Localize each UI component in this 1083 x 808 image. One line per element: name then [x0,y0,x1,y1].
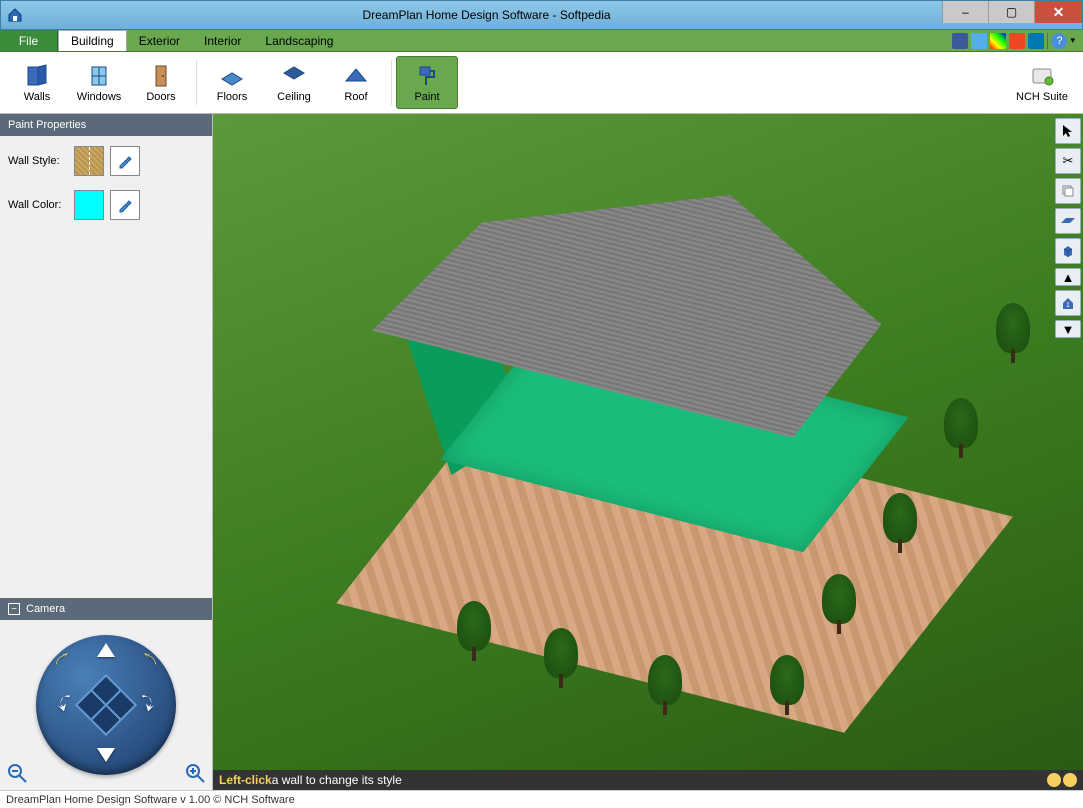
wall-style-eyedropper[interactable] [110,146,140,176]
tab-building[interactable]: Building [58,30,127,51]
tab-exterior[interactable]: Exterior [127,30,192,51]
windows-button[interactable]: Windows [68,56,130,109]
floor-down-button[interactable]: ▼ [1055,320,1081,338]
hint-text: a wall to change its style [272,773,402,787]
camera-rotate-right-button[interactable] [138,694,154,717]
close-button[interactable]: ✕ [1034,1,1082,23]
zoom-in-button[interactable] [184,762,206,784]
view-toolbar: ✂ ▲ 1 ▼ [1053,114,1083,342]
tab-interior[interactable]: Interior [192,30,253,51]
tab-landscaping[interactable]: Landscaping [253,30,345,51]
zoom-out-button[interactable] [6,762,28,784]
separator [1047,33,1048,49]
wall-icon [24,63,50,89]
twitter-icon[interactable] [971,33,987,49]
wall-color-swatch[interactable] [74,190,104,220]
eyedropper-icon [117,153,133,169]
google-icon[interactable] [990,33,1006,49]
ribbon: Walls Windows Doors Floors Ceiling Roof … [0,52,1083,114]
hint-bar: Left-click a wall to change its style [213,770,1083,790]
window-title: DreamPlan Home Design Software - Softped… [31,8,942,22]
side-panel: Paint Properties Wall Style: Wall Color:… [0,114,213,790]
suite-icon [1029,63,1055,89]
home-icon [7,7,23,23]
properties-header: Paint Properties [0,114,212,136]
hint-highlight: Left-click [219,773,272,787]
social-bar: ? ▾ [952,30,1083,51]
camera-collapse-button[interactable]: − [8,603,20,615]
help-dropdown-icon[interactable]: ▾ [1070,35,1075,46]
surface-tool[interactable] [1055,208,1081,234]
window-icon [86,63,112,89]
camera-title: Camera [26,603,65,615]
cube-tool[interactable] [1055,238,1081,264]
stumble-icon[interactable] [1009,33,1025,49]
status-text: DreamPlan Home Design Software v 1.00 © … [6,794,295,806]
scissors-tool[interactable]: ✂ [1055,148,1081,174]
titlebar: DreamPlan Home Design Software - Softped… [0,0,1083,30]
wall-style-label: Wall Style: [8,155,68,167]
roof-button[interactable]: Roof [325,56,387,109]
eyedropper-icon [117,197,133,213]
camera-controls [0,620,212,790]
camera-tilt-up-left-button[interactable] [54,653,68,672]
ceiling-icon [281,63,307,89]
minimize-button[interactable]: – [942,1,988,23]
door-icon [148,63,174,89]
camera-rotate-left-button[interactable] [58,694,74,717]
nch-suite-button[interactable]: NCH Suite [1007,56,1077,109]
camera-down-button[interactable] [97,748,115,767]
viewport-3d[interactable]: ✂ ▲ 1 ▼ Left-click a wall to change its … [213,114,1083,790]
camera-tilt-up-right-button[interactable] [144,653,158,672]
camera-header: − Camera [0,598,212,620]
help-icon[interactable]: ? [1051,33,1067,49]
wall-style-swatch[interactable] [74,146,104,176]
properties-title: Paint Properties [8,119,86,131]
maximize-button[interactable]: ▢ [988,1,1034,23]
svg-text:1: 1 [1066,302,1070,309]
floor-up-button[interactable]: ▲ [1055,268,1081,286]
wall-color-label: Wall Color: [8,199,68,211]
hint-remove-button[interactable] [1063,773,1077,787]
hint-add-button[interactable] [1047,773,1061,787]
floors-button[interactable]: Floors [201,56,263,109]
walls-button[interactable]: Walls [6,56,68,109]
camera-up-button[interactable] [97,643,115,662]
ceiling-button[interactable]: Ceiling [263,56,325,109]
facebook-icon[interactable] [952,33,968,49]
floor-icon [219,63,245,89]
cursor-tool[interactable] [1055,118,1081,144]
file-tab[interactable]: File [0,30,58,51]
paint-button[interactable]: Paint [396,56,458,109]
roof-icon [343,63,369,89]
linkedin-icon[interactable] [1028,33,1044,49]
floor-indicator[interactable]: 1 [1055,290,1081,316]
wall-color-eyedropper[interactable] [110,190,140,220]
copy-tool[interactable] [1055,178,1081,204]
ribbon-tabs: File Building Exterior Interior Landscap… [0,30,1083,52]
status-bar: DreamPlan Home Design Software v 1.00 © … [0,790,1083,808]
paint-icon [414,63,440,89]
doors-button[interactable]: Doors [130,56,192,109]
